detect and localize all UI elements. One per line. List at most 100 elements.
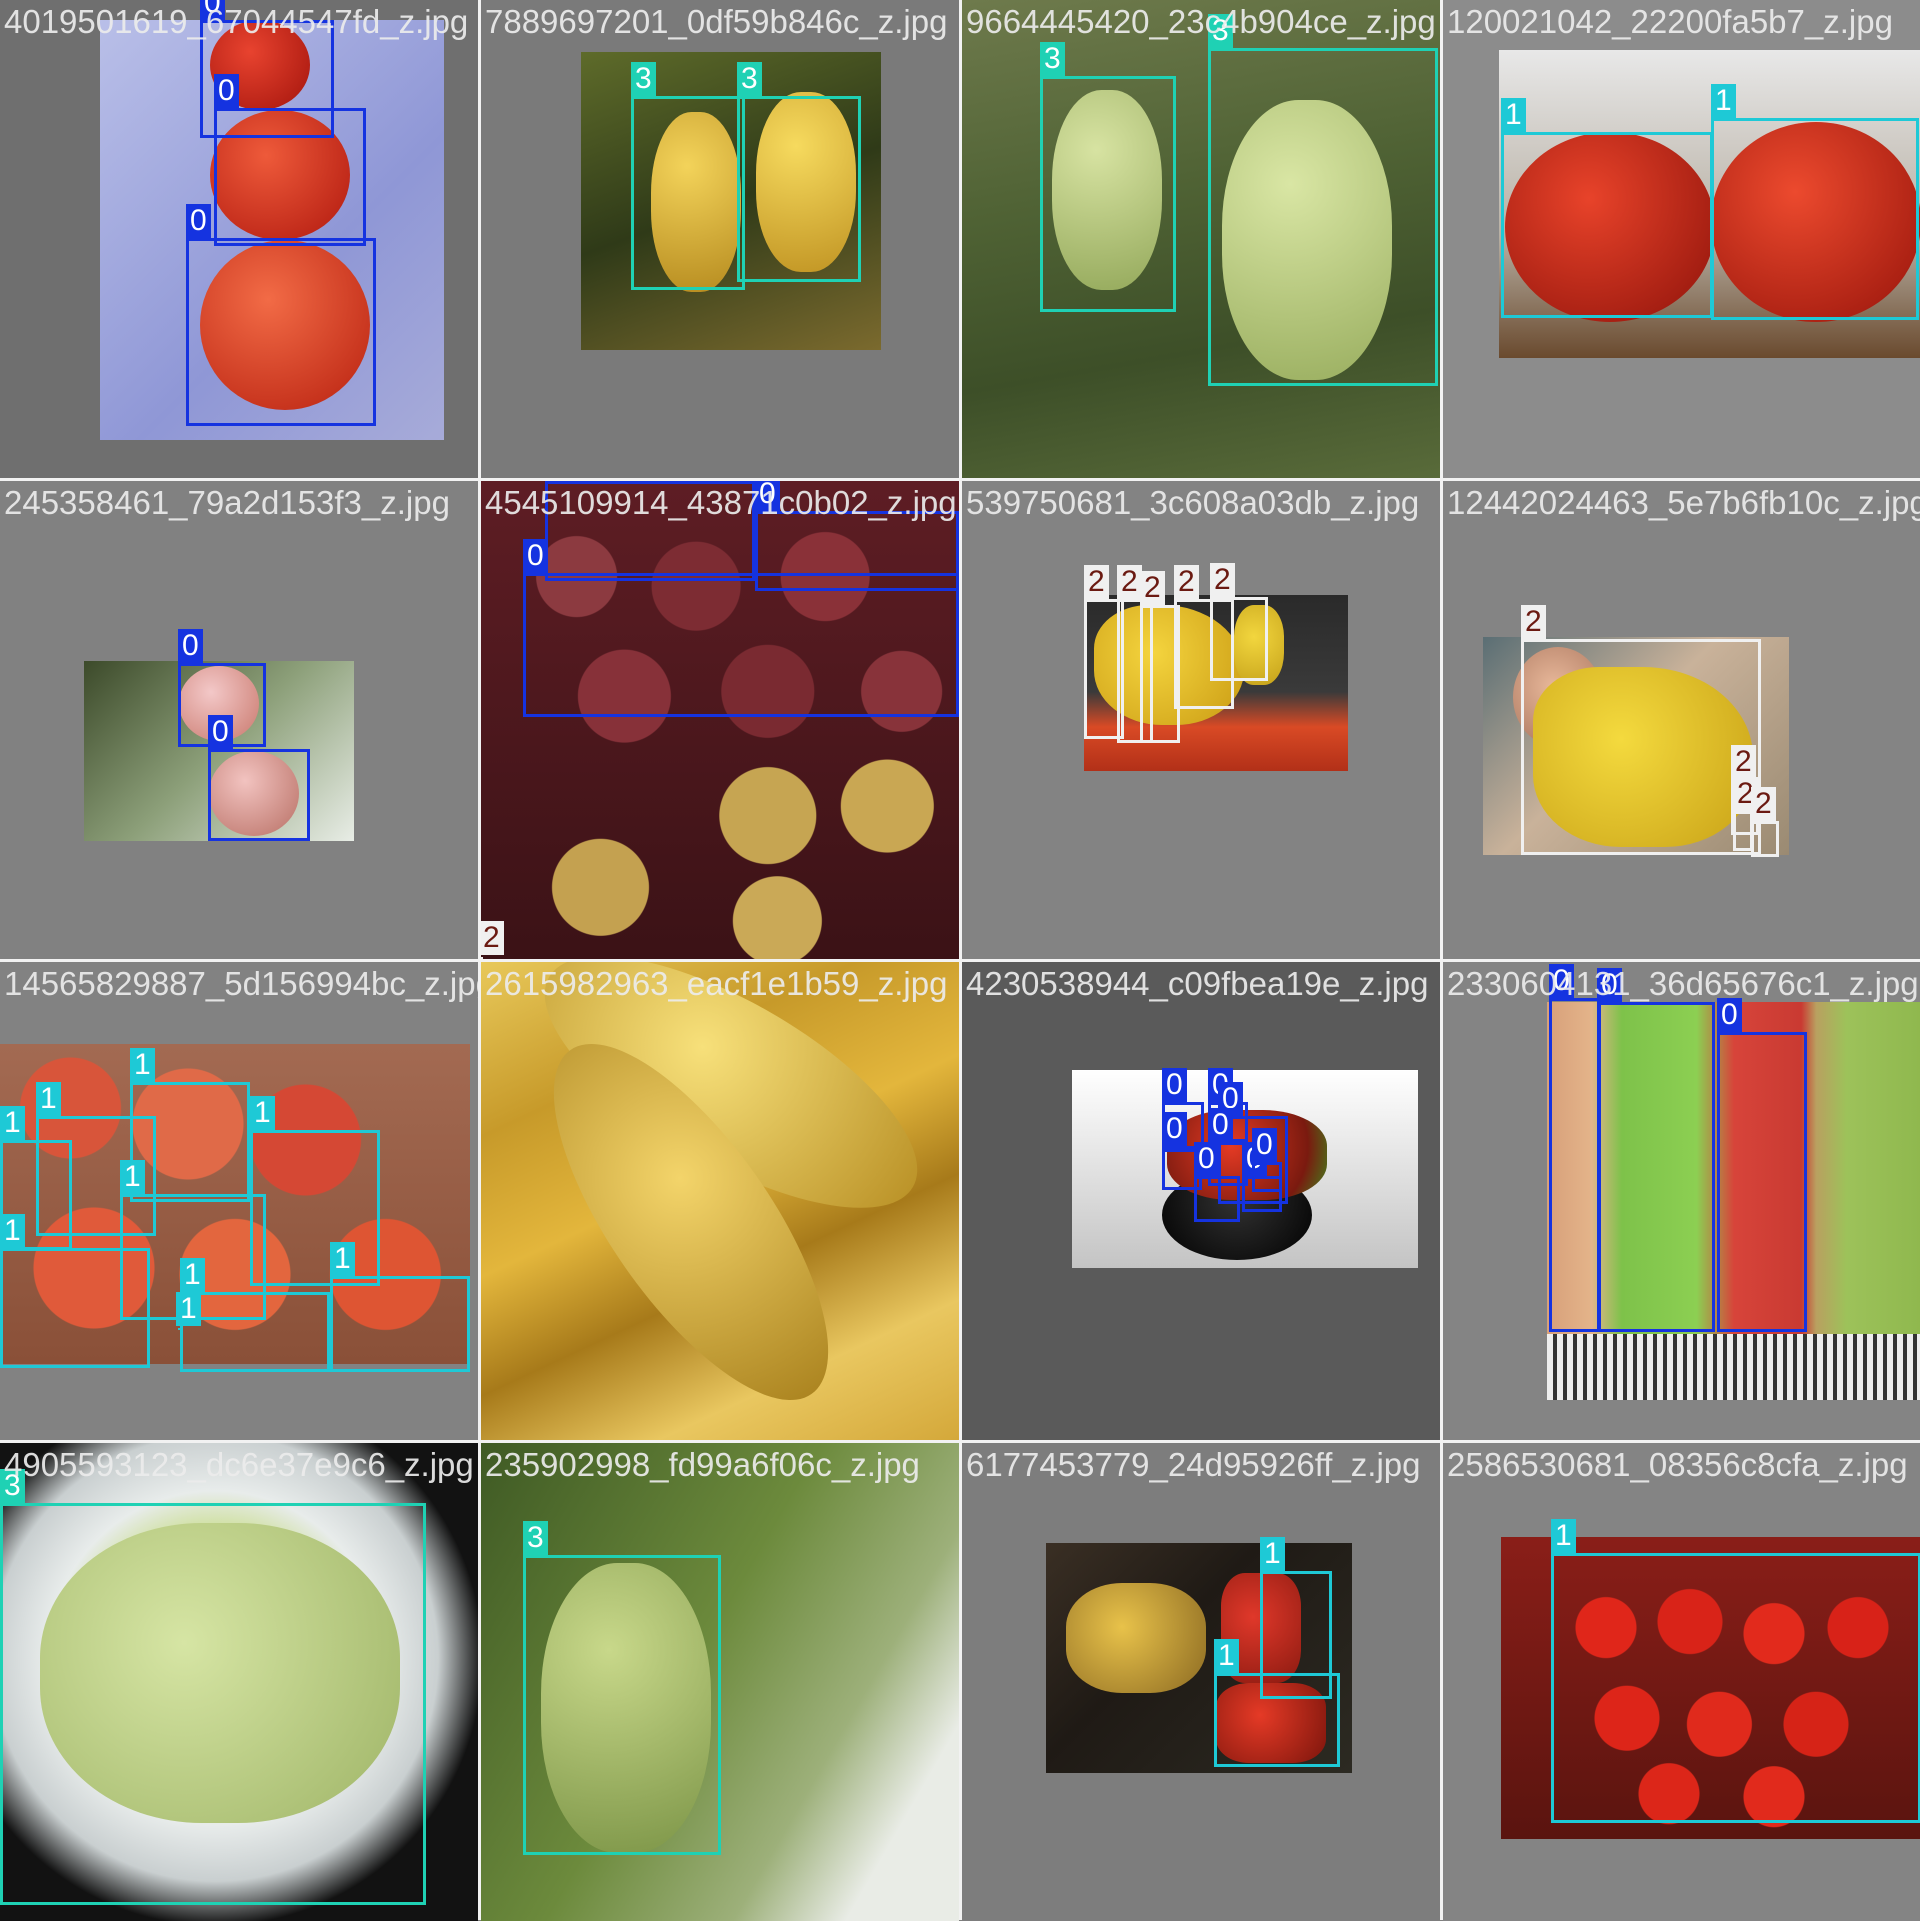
image-filename: 7889697201_0df59b846c_z.jpg — [485, 3, 948, 40]
bbox-class-3: 3 — [0, 1469, 426, 1905]
bbox-class-3: 3 — [523, 1521, 721, 1855]
mosaic-tile: 2 2 2 2 12442024463_5e7b6fb10c_z.jpg — [1443, 481, 1920, 959]
mosaic-tile: 0 0 0 4019501619_67044547fd_z.jpg — [0, 0, 478, 478]
mosaic-tile: 1 1 6177453779_24d95926ff_z.jpg — [962, 1443, 1440, 1921]
mosaic-tile: 1 1 1 1 1 1 1 1 1 14565829887_5d156994bc… — [0, 962, 478, 1440]
bbox-class-0: 0 — [214, 74, 366, 246]
bbox-label: 1 — [1260, 1537, 1285, 1571]
bbox-label: 0 — [186, 204, 211, 238]
bbox-class-2: 2 — [1521, 605, 1761, 855]
mosaic-tile: 0 0 0 2330604131_36d65676c1_z.jpg — [1443, 962, 1920, 1440]
image-filename: 4545109914_43871c0b02_z.jpg — [485, 484, 957, 521]
grid-divider — [0, 1440, 1920, 1443]
mosaic-tile: 1 1 120021042_22200fa5b7_z.jpg — [1443, 0, 1920, 478]
bbox-label: 2 — [1521, 605, 1546, 639]
bbox-class-1: 1 — [1501, 98, 1713, 318]
bbox-label: 1 — [130, 1048, 155, 1082]
bbox-label: 1 — [250, 1096, 275, 1130]
bbox-class-1: 1 — [1551, 1519, 1920, 1823]
image-filename: 4230538944_c09fbea19e_z.jpg — [966, 965, 1429, 1002]
bbox-class-2: 2 — [1733, 777, 1758, 851]
bbox-class-0: 0 — [186, 204, 376, 426]
bbox-label: 1 — [1501, 98, 1526, 132]
detection-mosaic: 0 0 0 4019501619_67044547fd_z.jpg 3 3 78… — [0, 0, 1920, 1921]
mosaic-tile: 0 0 245358461_79a2d153f3_z.jpg — [0, 481, 478, 959]
bbox-class-0: 0 — [1549, 964, 1601, 1332]
bbox-class-0: 0 — [1717, 998, 1807, 1332]
mosaic-tile: 0 0 0 2 4545109914_43871c0b02_z.jpg — [481, 481, 959, 959]
image-filename: 4019501619_67044547fd_z.jpg — [4, 3, 469, 40]
bbox-class-0: 0 — [523, 539, 959, 717]
mosaic-tile: 3 3 7889697201_0df59b846c_z.jpg — [481, 0, 959, 478]
bbox-class-1: 1 — [250, 1096, 380, 1286]
bbox-class-3: 3 — [737, 62, 861, 282]
bbox-class-1: 1 — [0, 1214, 150, 1368]
image-filename: 6177453779_24d95926ff_z.jpg — [966, 1446, 1421, 1483]
mosaic-tile: 3 235902998_fd99a6f06c_z.jpg — [481, 1443, 959, 1921]
bbox-label: 0 — [1194, 1142, 1219, 1176]
bbox-label: 3 — [737, 62, 762, 96]
bbox-label: 1 — [1711, 84, 1736, 118]
bbox-label: 0 — [1208, 1108, 1233, 1142]
bbox-class-1: 1 — [1711, 84, 1919, 320]
bbox-class-1: 1 — [130, 1048, 250, 1202]
bbox-class-0: 0 — [1597, 968, 1715, 1332]
image-filename: 2586530681_08356c8cfa_z.jpg — [1447, 1446, 1908, 1483]
grid-divider — [0, 478, 1920, 481]
bbox-label: 3 — [631, 62, 656, 96]
bbox-label: 3 — [1040, 42, 1065, 76]
bbox-class-3: 3 — [631, 62, 745, 290]
bbox-label: 1 — [0, 1106, 25, 1140]
bbox-label: 1 — [180, 1258, 205, 1292]
image-filename: 245358461_79a2d153f3_z.jpg — [4, 484, 450, 521]
mosaic-tile: 2615982963_eacf1e1b59_z.jpg — [481, 962, 959, 1440]
mosaic-tile: 1 2586530681_08356c8cfa_z.jpg — [1443, 1443, 1920, 1921]
bbox-class-1: 1 — [330, 1242, 470, 1372]
image-filename: 9664445420_23c4b904ce_z.jpg — [966, 3, 1436, 40]
bbox-label: 1 — [120, 1160, 145, 1194]
mosaic-tile: 2 2 2 2 2 539750681_3c608a03db_z.jpg — [962, 481, 1440, 959]
bbox-label: 2 — [1117, 565, 1142, 599]
bbox-class-1: 1 — [1214, 1639, 1340, 1767]
bbox-label: 0 — [208, 715, 233, 749]
bbox-class-3: 3 — [1208, 14, 1438, 386]
bbox-label: 2 — [1140, 571, 1165, 605]
bbox-label: 0 — [1162, 1068, 1187, 1102]
bbox-label: 0 — [1162, 1112, 1187, 1146]
banana-closeup-photo — [481, 962, 959, 1440]
bbox-class-1: 1 — [180, 1258, 330, 1372]
bbox-class-0: 0 — [1194, 1142, 1240, 1222]
mosaic-tile: 0 0 0 0 0 0 0 0 4230538944_c09fbea19e_z.… — [962, 962, 1440, 1440]
bbox-label: 2 — [481, 921, 504, 955]
image-filename: 235902998_fd99a6f06c_z.jpg — [485, 1446, 920, 1483]
bbox-label: 0 — [178, 629, 203, 663]
mosaic-tile: 3 4905593123_dc6e37e9c6_z.jpg — [0, 1443, 478, 1921]
image-filename: 2615982963_eacf1e1b59_z.jpg — [485, 965, 948, 1002]
image-filename: 2330604131_36d65676c1_z.jpg — [1447, 965, 1919, 1002]
bbox-class-3: 3 — [1040, 42, 1176, 312]
grid-divider — [0, 959, 1920, 962]
bbox-label: 3 — [523, 1521, 548, 1555]
image-filename: 4905593123_dc6e37e9c6_z.jpg — [4, 1446, 474, 1483]
image-filename: 120021042_22200fa5b7_z.jpg — [1447, 3, 1893, 40]
bbox-label: 1 — [0, 1214, 25, 1248]
bbox-label: 2 — [1751, 787, 1776, 821]
bbox-label: 2 — [1174, 565, 1199, 599]
bbox-label: 2 — [1210, 563, 1235, 597]
bbox-label: 1 — [330, 1242, 355, 1276]
bbox-label: 1 — [36, 1082, 61, 1116]
mosaic-tile: 3 3 9664445420_23c4b904ce_z.jpg — [962, 0, 1440, 478]
bbox-label: 2 — [1084, 565, 1109, 599]
image-filename: 14565829887_5d156994bc_z.jpg — [4, 965, 478, 1002]
bbox-label: 2 — [1731, 745, 1756, 779]
bbox-class-1: 1 — [176, 1292, 201, 1330]
bbox-label: 1 — [1214, 1639, 1239, 1673]
bbox-label: 0 — [523, 539, 548, 573]
bbox-label: 0 — [1717, 998, 1742, 1032]
bbox-label: 0 — [1252, 1128, 1277, 1162]
image-filename: 12442024463_5e7b6fb10c_z.jpg — [1447, 484, 1920, 521]
bbox-class-2: 2 — [1210, 563, 1268, 681]
bbox-label: 1 — [176, 1292, 201, 1326]
image-filename: 539750681_3c608a03db_z.jpg — [966, 484, 1420, 521]
bbox-label: 0 — [214, 74, 239, 108]
